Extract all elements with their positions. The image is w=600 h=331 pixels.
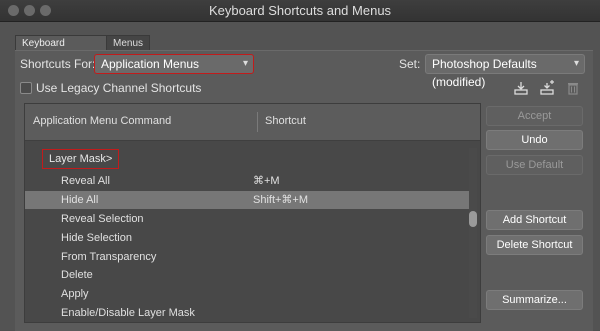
delete-set-icon[interactable] (565, 80, 581, 96)
table-row-selected[interactable]: Hide All Shift+⌘+M (25, 191, 469, 209)
table-row[interactable]: Reveal All ⌘+M (25, 172, 469, 190)
table-row[interactable]: Reveal Selection (25, 210, 469, 228)
shortcut-value: ⌘+M (253, 175, 280, 187)
legacy-channel-label: Use Legacy Channel Shortcuts (36, 81, 202, 95)
table-row[interactable]: Hide Selection (25, 229, 469, 247)
table-header: Application Menu Command Shortcut (25, 104, 480, 141)
command-list: Reveal All ⌘+M Hide All Shift+⌘+M Reveal… (25, 148, 469, 322)
shortcut-table: Application Menu Command Shortcut Layer … (24, 103, 481, 323)
command-name: Apply (61, 288, 89, 300)
delete-shortcut-button[interactable]: Delete Shortcut (486, 235, 583, 255)
table-row[interactable]: Enable/Disable Layer Mask (25, 304, 469, 322)
title-bar: Keyboard Shortcuts and Menus (0, 0, 600, 22)
legacy-channel-checkbox[interactable] (20, 82, 32, 94)
table-row[interactable]: From Transparency (25, 248, 469, 266)
vertical-scrollbar[interactable] (469, 148, 477, 318)
command-name: Reveal All (61, 175, 110, 187)
command-name: From Transparency (61, 251, 157, 263)
accept-button[interactable]: Accept (486, 106, 583, 126)
add-shortcut-button[interactable]: Add Shortcut (486, 210, 583, 230)
set-label: Set: (399, 57, 421, 71)
table-row[interactable]: Apply (25, 285, 469, 303)
window-title: Keyboard Shortcuts and Menus (208, 3, 392, 18)
scrollbar-thumb[interactable] (469, 211, 477, 227)
set-dropdown[interactable]: Photoshop Defaults (modified) ▾ (425, 54, 585, 89)
command-name: Reveal Selection (61, 213, 144, 225)
table-row[interactable]: Delete (25, 266, 469, 284)
chevron-down-icon: ▾ (242, 58, 248, 69)
shortcuts-for-label: Shortcuts For: (20, 57, 96, 71)
column-header-command[interactable]: Application Menu Command (33, 115, 171, 127)
chevron-down-icon: ▾ (573, 58, 579, 69)
shortcuts-for-value: Application Menus (101, 57, 200, 71)
command-name: Hide Selection (61, 232, 132, 244)
column-divider[interactable] (257, 112, 258, 132)
new-set-icon[interactable] (539, 80, 555, 96)
column-header-shortcut[interactable]: Shortcut (265, 115, 306, 127)
set-value: Photoshop Defaults (modified) (432, 57, 537, 89)
shortcut-value[interactable]: Shift+⌘+M (253, 191, 308, 209)
command-name: Enable/Disable Layer Mask (61, 307, 195, 319)
undo-button[interactable]: Undo (486, 130, 583, 150)
summarize-button[interactable]: Summarize... (486, 290, 583, 310)
command-name: Delete (61, 269, 93, 281)
use-default-button[interactable]: Use Default (486, 155, 583, 175)
command-name: Hide All (61, 194, 99, 206)
keyboard-shortcuts-dialog: Keyboard Shortcuts and Menus Keyboard Sh… (0, 0, 600, 331)
shortcuts-for-dropdown[interactable]: Application Menus ▾ (94, 54, 254, 74)
save-set-icon[interactable] (513, 80, 529, 96)
